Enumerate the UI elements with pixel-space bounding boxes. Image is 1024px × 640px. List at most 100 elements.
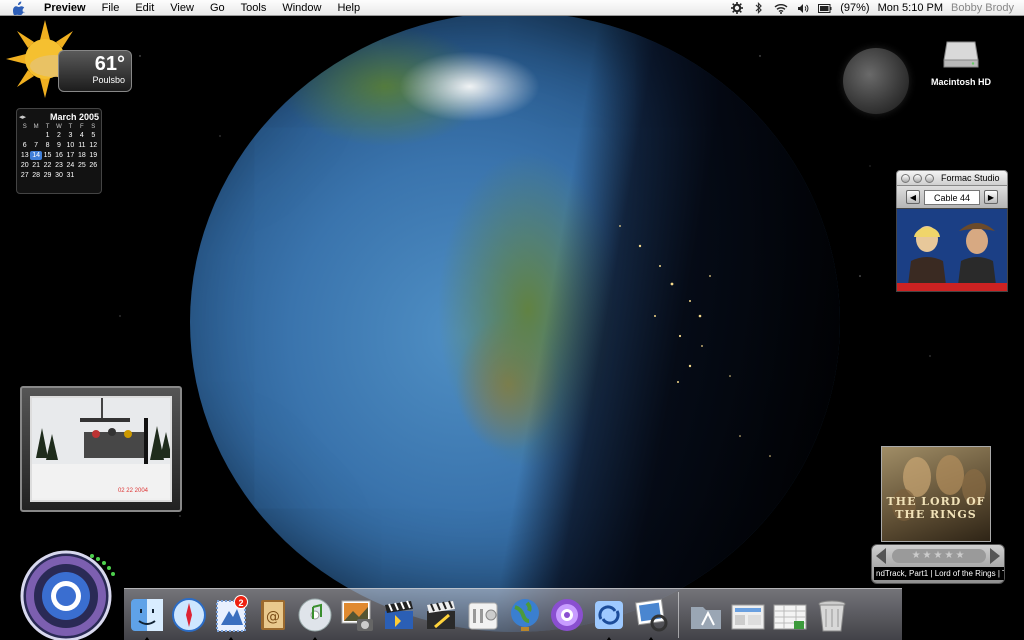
calendar-date: 2 bbox=[57, 132, 61, 139]
calendar-today: 14 bbox=[30, 151, 42, 160]
dock-isync[interactable] bbox=[590, 595, 628, 640]
running-indicator bbox=[312, 636, 318, 640]
next-channel-button[interactable]: ▶ bbox=[984, 190, 998, 204]
volume-icon[interactable] bbox=[796, 1, 810, 15]
finder-icon bbox=[131, 598, 163, 631]
photo-timestamp: 02 22 2004 bbox=[117, 488, 148, 494]
desktop[interactable]: 61° Poulsbo ◂▸ March 2005 S M T W T F S … bbox=[0, 16, 1024, 640]
dock-network-globe[interactable] bbox=[506, 595, 544, 635]
tv-widget[interactable]: Formac Studio ◀ Cable 44 ▶ bbox=[896, 170, 1008, 294]
battery-icon[interactable] bbox=[818, 1, 832, 15]
menu-edit[interactable]: Edit bbox=[127, 0, 162, 16]
calendar-date: 17 bbox=[66, 152, 75, 159]
dock-safari[interactable] bbox=[170, 595, 208, 635]
macintosh-hd-label: Macintosh HD bbox=[930, 77, 991, 87]
dock-itunes[interactable] bbox=[296, 595, 334, 640]
running-indicator bbox=[606, 636, 612, 640]
apple-menu-icon[interactable] bbox=[12, 1, 26, 15]
sync-arrows-icon bbox=[595, 600, 623, 629]
calendar-date: 13 bbox=[20, 152, 29, 159]
calendar-day-header: W bbox=[56, 124, 62, 130]
calendar-date: 23 bbox=[55, 162, 63, 169]
dock-system-preferences[interactable] bbox=[464, 595, 502, 635]
calendar-date: 25 bbox=[77, 162, 86, 169]
calendar-date bbox=[19, 131, 30, 140]
ski-lift-image bbox=[32, 398, 170, 498]
previous-track-button[interactable] bbox=[876, 548, 886, 564]
calendar-day-headers: S M T W T F S bbox=[19, 124, 99, 130]
calendar-date: 1 bbox=[45, 132, 50, 139]
bluetooth-icon[interactable] bbox=[752, 1, 766, 15]
itunes-controller-widget[interactable]: ★★★★★ ndTrack, Part1 | Lord of the Rings… bbox=[871, 544, 1005, 584]
close-button[interactable] bbox=[901, 173, 910, 183]
dock-mail[interactable]: 2 bbox=[212, 594, 250, 640]
dock-recent-stack[interactable] bbox=[771, 595, 809, 635]
weather-widget[interactable]: 61° Poulsbo bbox=[6, 20, 132, 98]
calendar-date: 6 bbox=[22, 142, 27, 149]
calendar-date: 15 bbox=[43, 152, 52, 159]
weather-temperature: 61° bbox=[94, 53, 125, 75]
calendar-date bbox=[76, 171, 87, 180]
photo-frame-widget[interactable]: 02 22 2004 bbox=[20, 386, 182, 512]
weather-panel: 61° Poulsbo bbox=[58, 50, 132, 92]
dock-dvd-player[interactable] bbox=[548, 595, 586, 635]
next-track-button[interactable] bbox=[990, 548, 1000, 564]
hard-drive-icon bbox=[943, 41, 979, 68]
menu-tools[interactable]: Tools bbox=[233, 0, 275, 16]
menu-file[interactable]: File bbox=[94, 0, 128, 16]
tv-channel-bar: ◀ Cable 44 ▶ bbox=[896, 186, 1008, 208]
dock-imovie[interactable] bbox=[380, 595, 418, 635]
dock-separator bbox=[678, 591, 679, 638]
minimize-button[interactable] bbox=[913, 173, 922, 183]
calendar-date: 31 bbox=[66, 172, 75, 179]
dock-address-book[interactable]: @ bbox=[254, 595, 292, 635]
menu-go[interactable]: Go bbox=[202, 0, 233, 16]
calendar-day-header: T bbox=[68, 124, 73, 130]
calendar-date: 27 bbox=[20, 172, 29, 179]
dock-finder[interactable] bbox=[128, 595, 166, 640]
weather-city: Poulsbo bbox=[92, 75, 125, 85]
battery-percent: (97%) bbox=[840, 2, 870, 14]
menu-help[interactable]: Help bbox=[329, 0, 368, 16]
radial-launcher-widget[interactable] bbox=[20, 536, 124, 640]
safari-compass-icon bbox=[172, 597, 206, 632]
tv-window-title: Formac Studio bbox=[941, 173, 1000, 183]
calendar-date: 26 bbox=[89, 162, 98, 169]
calendar-nav-arrows[interactable]: ◂▸ bbox=[19, 113, 26, 121]
moon-phase-widget[interactable] bbox=[843, 48, 909, 114]
calendar-date: 18 bbox=[77, 152, 86, 159]
spreadsheet-icon bbox=[773, 604, 807, 629]
calendar-date: 19 bbox=[89, 152, 98, 159]
menu-clock[interactable]: Mon 5:10 PM bbox=[878, 2, 943, 14]
gear-icon[interactable] bbox=[730, 1, 744, 15]
calendar-month: March 2005 bbox=[49, 112, 99, 122]
zoom-button[interactable] bbox=[925, 173, 934, 183]
dock-trash[interactable] bbox=[813, 595, 851, 635]
dock-applications-folder[interactable] bbox=[687, 595, 725, 635]
macintosh-hd-icon[interactable]: Macintosh HD bbox=[928, 40, 994, 94]
calendar-date: 8 bbox=[45, 142, 50, 149]
dock-preview[interactable] bbox=[632, 595, 670, 640]
wifi-icon[interactable] bbox=[774, 1, 788, 15]
calendar-widget[interactable]: ◂▸ March 2005 S M T W T F S 1 2 3 4 5 6 7 8 9 10 1… bbox=[16, 108, 102, 194]
fast-user-switch[interactable]: Bobby Brody bbox=[951, 2, 1014, 14]
dock-iphoto[interactable] bbox=[338, 595, 376, 635]
calendar-grid: 1 2 3 4 5 6 7 8 9 10 11 12 13 14 15 16 17 18 19 20 21 22 23 24 2… bbox=[19, 131, 99, 180]
menu-view[interactable]: View bbox=[162, 0, 202, 16]
trash-icon bbox=[818, 600, 846, 631]
dock-documents-stack[interactable] bbox=[729, 595, 767, 635]
album-art: THE LORD OF THE RINGS bbox=[881, 446, 991, 542]
now-playing-track: ndTrack, Part1 | Lord of the Rings | The bbox=[874, 567, 1004, 580]
previous-channel-button[interactable]: ◀ bbox=[906, 190, 920, 204]
track-rating[interactable]: ★★★★★ bbox=[892, 549, 986, 563]
itunes-cd-icon bbox=[298, 598, 332, 631]
documents-icon bbox=[731, 604, 765, 629]
calendar-date: 9 bbox=[57, 142, 61, 149]
dock-final-cut[interactable] bbox=[422, 595, 460, 635]
tv-channel-display: Cable 44 bbox=[924, 189, 980, 205]
final-cut-clapper-icon bbox=[427, 600, 455, 629]
menu-app-preview[interactable]: Preview bbox=[36, 0, 94, 16]
calendar-date: 20 bbox=[20, 162, 29, 169]
preview-photo-icon bbox=[635, 598, 668, 631]
menu-window[interactable]: Window bbox=[274, 0, 329, 16]
